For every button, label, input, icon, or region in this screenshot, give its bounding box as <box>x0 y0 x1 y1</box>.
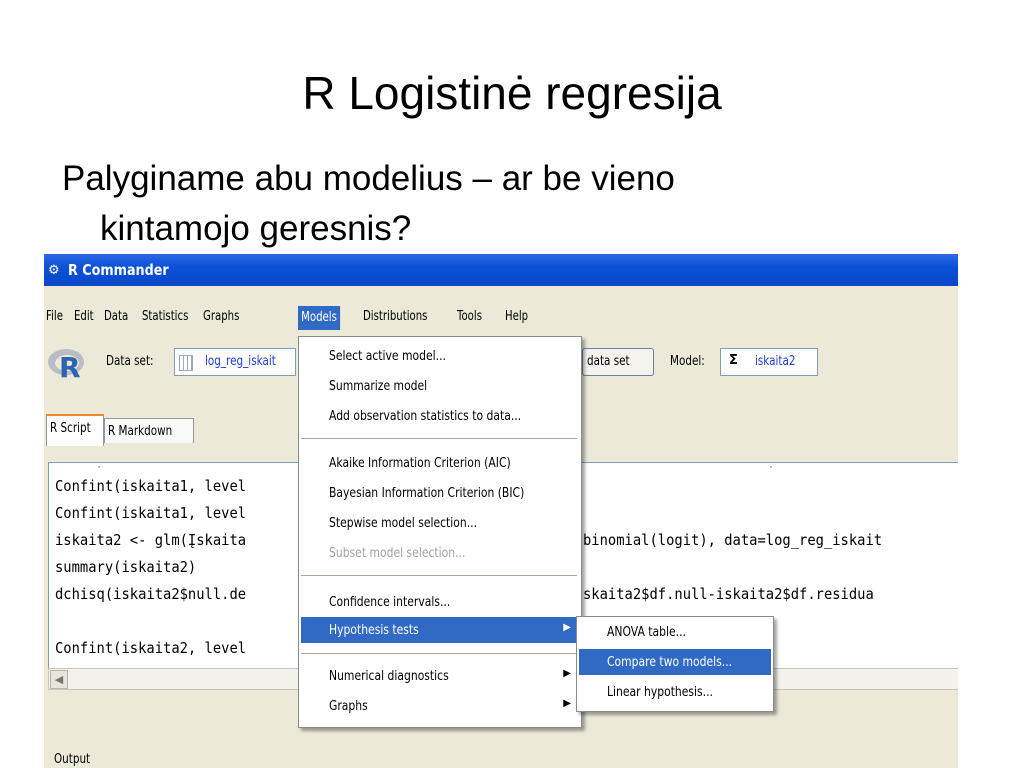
tab-r-script[interactable]: R Script <box>46 414 104 446</box>
menu-tools[interactable]: Tools <box>457 309 482 324</box>
model-field[interactable]: Σ iskaita2 <box>720 348 818 376</box>
menubar: File Edit Data Statistics Graphs Models … <box>44 306 958 330</box>
menu-graphs[interactable]: Graphs <box>203 309 239 324</box>
script-line-5-tail: skaita2$df.null-iskaita2$df.residua <box>583 585 874 603</box>
menu-item-linear-hypothesis[interactable]: Linear hypothesis... <box>579 679 771 705</box>
menu-data[interactable]: Data <box>104 309 128 324</box>
model-value: iskaita2 <box>755 354 796 369</box>
script-line-1: Confint(iskaita1, level <box>55 477 247 495</box>
slide-body-line-2: kintamojo geresnis? <box>100 209 412 248</box>
scroll-left-arrow-icon[interactable]: ◀ <box>50 670 68 689</box>
submenu-arrow-icon: ▶ <box>563 668 571 679</box>
r-logo-icon: R <box>48 349 84 384</box>
r-commander-app-icon: ⚙ <box>48 263 60 278</box>
dataset-field[interactable]: log_reg_iskait <box>174 348 296 376</box>
hypothesis-tests-submenu: ANOVA table... Compare two models... Lin… <box>576 616 774 712</box>
menu-item-summarize-model[interactable]: Summarize model <box>301 373 579 399</box>
script-line-5: dchisq(iskaita2$null.de <box>55 585 247 603</box>
slide-title: R Logistinė regresija <box>302 67 722 119</box>
menu-item-hypothesis-tests[interactable]: Hypothesis tests ▶ <box>301 617 579 643</box>
menu-item-label: Summarize model <box>329 378 428 394</box>
tab-r-markdown[interactable]: R Markdown <box>104 418 194 443</box>
menu-item-anova-table[interactable]: ANOVA table... <box>579 619 771 645</box>
menu-item-label: Graphs <box>329 698 368 714</box>
menu-item-bic[interactable]: Bayesian Information Criterion (BIC) <box>301 480 579 506</box>
script-line-7: Confint(iskaita2, level <box>55 639 247 657</box>
menu-item-stepwise-model-selection[interactable]: Stepwise model selection... <box>301 510 579 536</box>
tab-r-script-label: R Script <box>50 421 91 436</box>
menu-item-compare-two-models[interactable]: Compare two models... <box>579 649 771 675</box>
output-label: Output <box>54 752 91 767</box>
sigma-icon: Σ <box>729 353 738 368</box>
menu-statistics[interactable]: Statistics <box>142 309 188 324</box>
menu-item-label: Linear hypothesis... <box>607 684 713 700</box>
menu-distributions[interactable]: Distributions <box>363 309 427 324</box>
menu-item-label: Compare two models... <box>607 654 733 670</box>
menu-models[interactable]: Models <box>298 306 340 330</box>
menu-item-select-active-model[interactable]: Select active model... <box>301 343 579 369</box>
script-line-3: iskaita2 <- glm(Įskaita <box>55 531 247 549</box>
menu-item-add-observation-statistics[interactable]: Add observation statistics to data... <box>301 403 579 429</box>
window-titlebar: ⚙ R Commander <box>44 254 958 286</box>
menu-item-label: Add observation statistics to data... <box>329 408 522 424</box>
menu-separator <box>301 438 577 439</box>
submenu-arrow-icon: ▶ <box>563 698 571 709</box>
menu-item-label: ANOVA table... <box>607 624 686 640</box>
menu-item-graphs[interactable]: Graphs ▶ <box>301 693 579 719</box>
menu-item-label: Subset model selection... <box>329 545 466 561</box>
slide-body: Palyginame abu modelius – ar be vieno ki… <box>62 154 942 254</box>
menu-item-subset-model-selection: Subset model selection... <box>301 540 579 566</box>
menu-separator <box>301 653 577 654</box>
script-line-4: summary(iskaita2) <box>55 558 197 576</box>
r-commander-screenshot: ⚙ R Commander File Edit Data Statistics … <box>44 254 958 768</box>
table-icon <box>179 355 193 371</box>
menu-separator <box>301 575 577 576</box>
menu-item-confidence-intervals[interactable]: Confidence intervals... <box>301 589 579 615</box>
menu-item-aic[interactable]: Akaike Information Criterion (AIC) <box>301 450 579 476</box>
submenu-arrow-icon: ▶ <box>563 622 571 633</box>
script-line-2: Confint(iskaita1, level <box>55 504 247 522</box>
window-title: R Commander <box>68 261 169 279</box>
menu-item-label: Hypothesis tests <box>329 622 419 638</box>
menu-item-label: Numerical diagnostics <box>329 668 449 684</box>
models-menu: Select active model... Summarize model A… <box>298 336 582 728</box>
model-label: Model: <box>670 354 705 369</box>
menu-item-label: Stepwise model selection... <box>329 515 478 531</box>
menu-edit[interactable]: Edit <box>74 309 94 324</box>
menu-help[interactable]: Help <box>505 309 528 324</box>
dataset-value: log_reg_iskait <box>205 354 276 369</box>
view-data-set-label: data set <box>587 354 630 369</box>
menu-file[interactable]: File <box>46 309 63 324</box>
menu-item-label: Select active model... <box>329 348 446 364</box>
svg-text:R: R <box>59 351 81 384</box>
slide-body-line-1: Palyginame abu modelius – ar be vieno <box>62 159 675 198</box>
view-data-set-button[interactable]: data set <box>582 348 654 376</box>
menu-item-label: Confidence intervals... <box>329 594 451 610</box>
dataset-label: Data set: <box>106 354 154 369</box>
menu-item-label: Akaike Information Criterion (AIC) <box>329 455 511 471</box>
menu-item-numerical-diagnostics[interactable]: Numerical diagnostics ▶ <box>301 663 579 689</box>
tab-r-markdown-label: R Markdown <box>108 424 173 439</box>
menu-item-label: Bayesian Information Criterion (BIC) <box>329 485 525 501</box>
script-line-3-tail: binomial(logit), data=log_reg_iskait <box>583 531 883 549</box>
